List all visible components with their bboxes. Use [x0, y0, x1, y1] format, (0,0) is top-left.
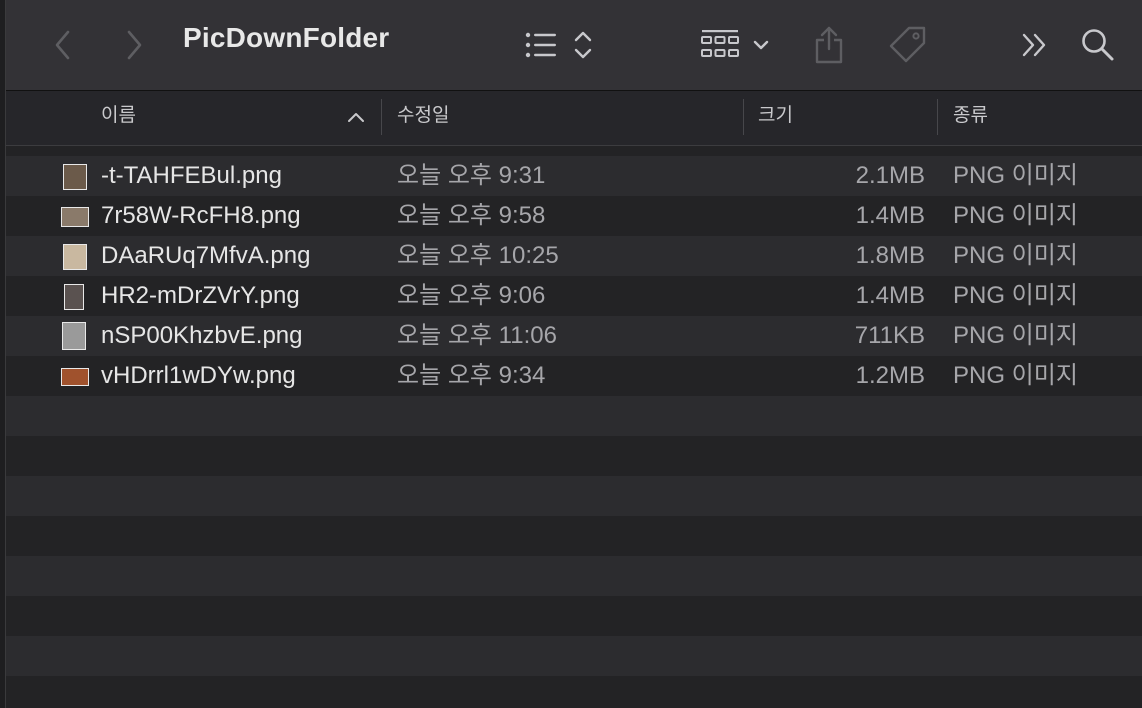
- tag-button[interactable]: [886, 0, 930, 90]
- file-date: 오늘 오후 9:34: [397, 362, 546, 389]
- window-title: PicDownFolder: [183, 22, 390, 53]
- double-chevron-icon: [1022, 33, 1046, 57]
- file-name: DAaRUq7MfvA.png: [101, 242, 311, 269]
- search-button[interactable]: [1078, 0, 1118, 90]
- file-kind: PNG 이미지: [953, 242, 1078, 269]
- file-size: 1.4MB: [855, 202, 925, 229]
- column-divider[interactable]: [743, 99, 744, 135]
- column-date[interactable]: 수정일: [397, 91, 449, 145]
- file-row[interactable]: -t-TAHFEBul.png 오늘 오후 9:31 2.1MB PNG 이미지: [6, 156, 1142, 196]
- list-view-icon: [525, 31, 592, 59]
- file-kind: PNG 이미지: [953, 162, 1078, 189]
- file-thumbnail-icon: [63, 244, 87, 270]
- file-size: 1.2MB: [855, 362, 925, 389]
- file-kind: PNG 이미지: [953, 322, 1078, 349]
- column-header: 이름 수정일 크기 종류: [6, 91, 1142, 146]
- search-icon: [1082, 29, 1114, 61]
- empty-row: [6, 436, 1142, 476]
- file-thumbnail-icon: [63, 164, 87, 190]
- view-mode-button[interactable]: [518, 0, 598, 90]
- file-size: 1.4MB: [855, 282, 925, 309]
- file-date: 오늘 오후 11:06: [397, 322, 557, 349]
- file-date: 오늘 오후 9:06: [397, 282, 546, 309]
- tag-icon: [889, 26, 926, 63]
- more-button[interactable]: [1018, 0, 1052, 90]
- column-divider[interactable]: [381, 99, 382, 135]
- empty-row: [6, 396, 1142, 436]
- file-row[interactable]: HR2-mDrZVrY.png 오늘 오후 9:06 1.4MB PNG 이미지: [6, 276, 1142, 316]
- empty-row: [6, 476, 1142, 516]
- file-name: nSP00KhzbvE.png: [101, 322, 303, 349]
- file-thumbnail-icon: [62, 322, 86, 350]
- file-thumbnail-icon: [61, 207, 89, 227]
- file-thumbnail-icon: [64, 284, 84, 310]
- file-size: 711KB: [854, 322, 925, 349]
- empty-row: [6, 596, 1142, 636]
- group-button[interactable]: [696, 0, 776, 90]
- file-row[interactable]: vHDrrl1wDYw.png 오늘 오후 9:34 1.2MB PNG 이미지: [6, 356, 1142, 396]
- column-size[interactable]: 크기: [758, 91, 793, 145]
- share-button[interactable]: [812, 0, 846, 90]
- empty-row: [6, 676, 1142, 708]
- file-row[interactable]: 7r58W-RcFH8.png 오늘 오후 9:58 1.4MB PNG 이미지: [6, 196, 1142, 236]
- file-kind: PNG 이미지: [953, 282, 1078, 309]
- column-divider[interactable]: [937, 99, 938, 135]
- column-name[interactable]: 이름: [101, 91, 136, 145]
- file-kind: PNG 이미지: [953, 202, 1078, 229]
- file-size: 1.8MB: [855, 242, 925, 269]
- file-list: -t-TAHFEBul.png 오늘 오후 9:31 2.1MB PNG 이미지…: [6, 146, 1142, 708]
- empty-row: [6, 556, 1142, 596]
- sort-ascending-icon[interactable]: [347, 111, 365, 123]
- file-row[interactable]: DAaRUq7MfvA.png 오늘 오후 10:25 1.8MB PNG 이미…: [6, 236, 1142, 276]
- file-row[interactable]: nSP00KhzbvE.png 오늘 오후 11:06 711KB PNG 이미…: [6, 316, 1142, 356]
- file-name: 7r58W-RcFH8.png: [101, 202, 301, 229]
- grid-group-icon: [701, 30, 769, 57]
- finder-window: PicDownFolder 이름 수정일 크기 종류 -t-TAHFEBul.p…: [5, 0, 1142, 708]
- file-name: HR2-mDrZVrY.png: [101, 282, 300, 309]
- empty-row: [6, 516, 1142, 556]
- empty-row: [6, 636, 1142, 676]
- column-kind[interactable]: 종류: [953, 91, 988, 145]
- file-name: vHDrrl1wDYw.png: [101, 362, 296, 389]
- file-date: 오늘 오후 9:58: [397, 202, 546, 229]
- forward-button[interactable]: [119, 0, 149, 90]
- toolbar: PicDownFolder: [6, 0, 1142, 91]
- file-date: 오늘 오후 10:25: [397, 242, 559, 269]
- share-icon: [815, 26, 843, 64]
- chevron-right-icon: [127, 30, 142, 60]
- file-kind: PNG 이미지: [953, 362, 1078, 389]
- file-name: -t-TAHFEBul.png: [101, 162, 282, 189]
- chevron-left-icon: [55, 30, 70, 60]
- file-date: 오늘 오후 9:31: [397, 162, 546, 189]
- back-button[interactable]: [48, 0, 78, 90]
- file-size: 2.1MB: [855, 162, 925, 189]
- file-thumbnail-icon: [61, 368, 89, 386]
